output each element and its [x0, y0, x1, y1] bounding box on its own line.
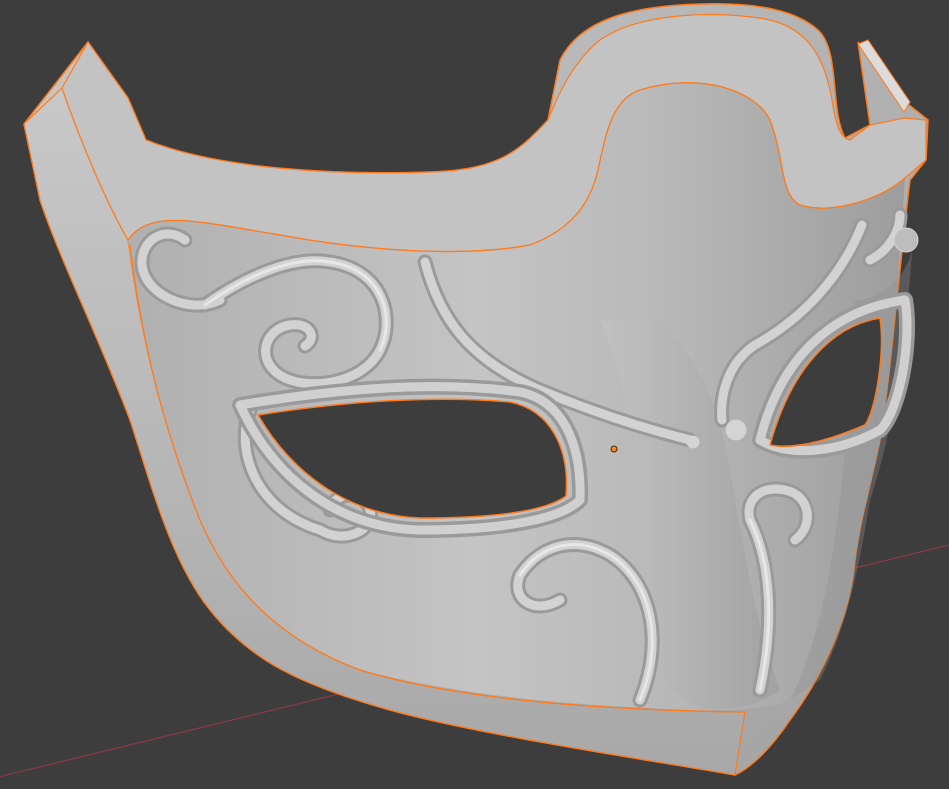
3d-viewport[interactable] — [0, 0, 949, 789]
viewport-canvas[interactable] — [0, 0, 949, 789]
mask-object[interactable] — [23, 2, 929, 776]
object-origin-dot[interactable] — [610, 445, 618, 453]
